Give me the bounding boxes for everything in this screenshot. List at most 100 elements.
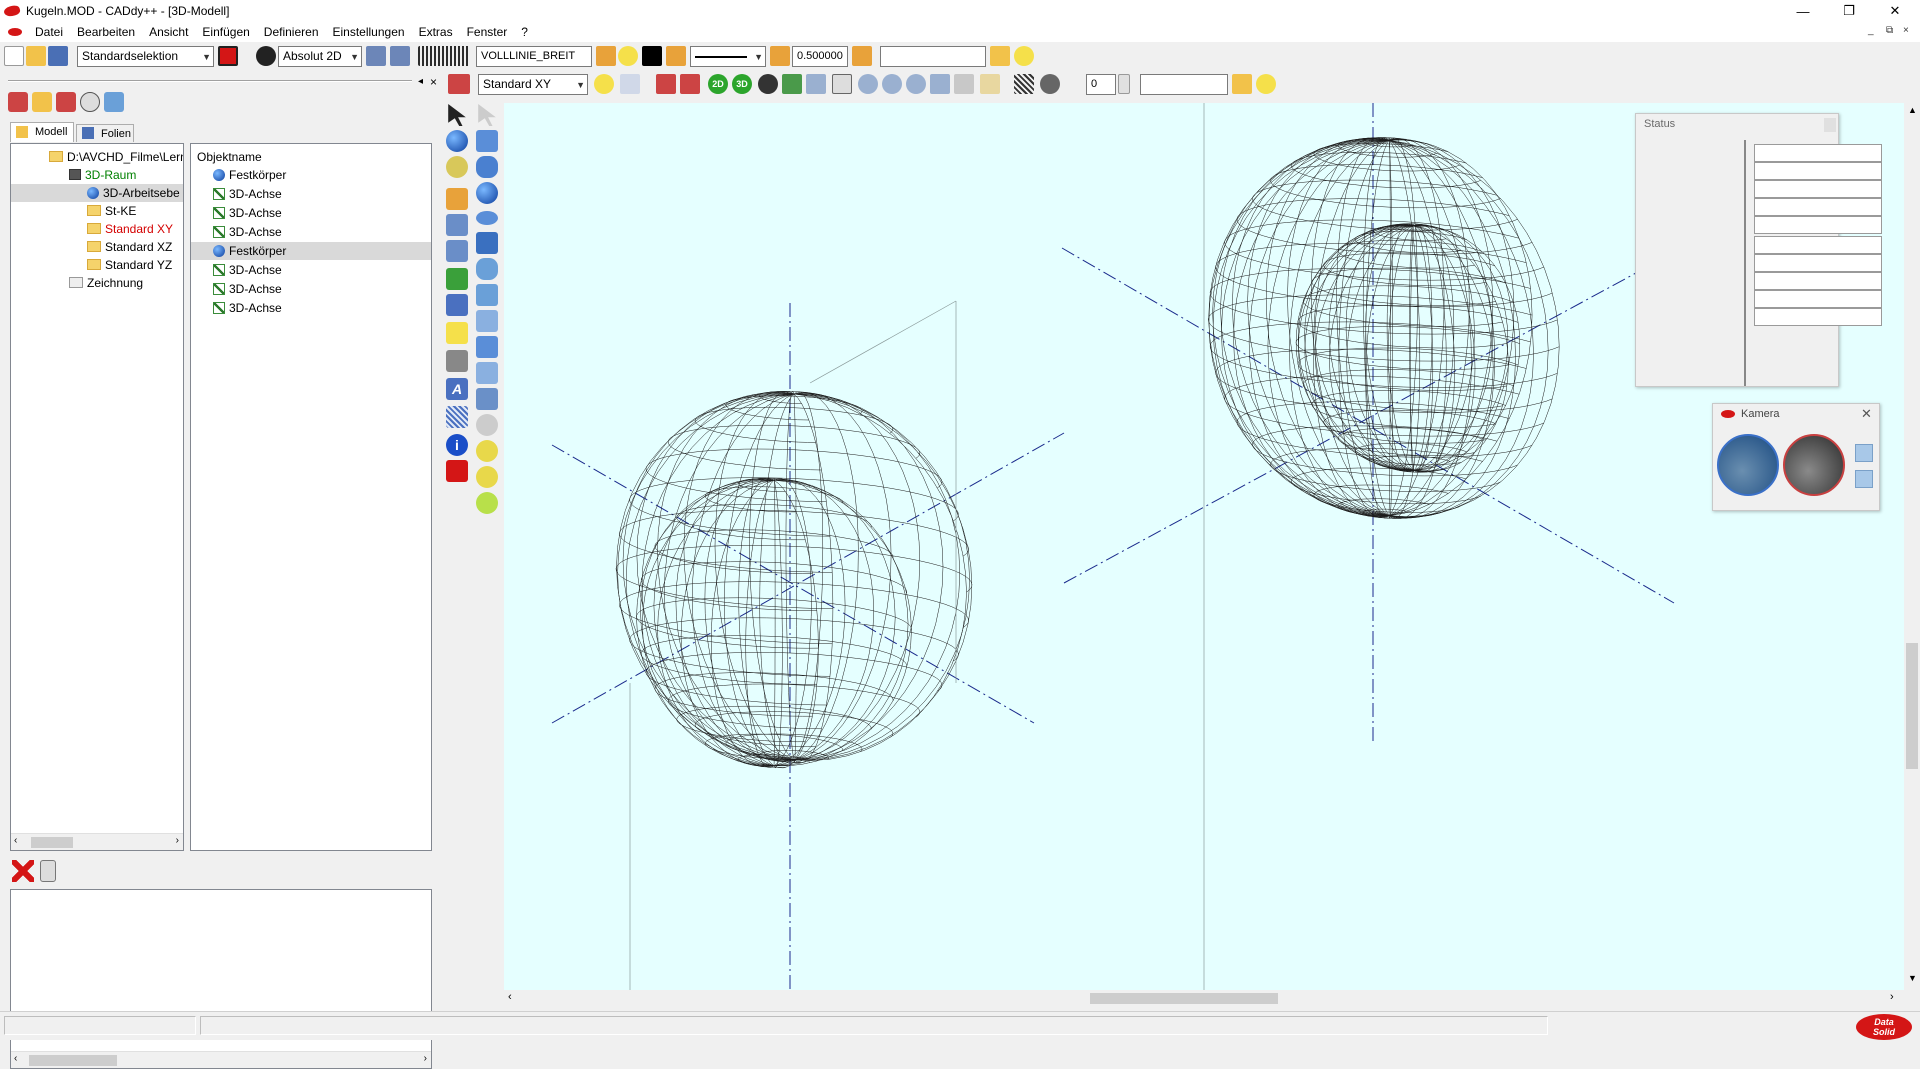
viewport-hscrollbar[interactable]: ‹ › [504, 990, 1904, 1007]
solid-sphere-icon[interactable] [446, 130, 468, 152]
mdi-restore-button[interactable]: ⧉ [1886, 25, 1893, 36]
tree-item-standard-xz[interactable]: Standard XZ [87, 238, 172, 256]
tree-item-standard-xy[interactable]: Standard XY [87, 220, 173, 238]
delete-model-icon[interactable] [56, 92, 76, 112]
menu-ansicht[interactable]: Ansicht [142, 22, 195, 42]
spheres-icon[interactable] [476, 414, 498, 436]
section-icon[interactable] [954, 74, 974, 94]
mesh-solid-left[interactable] [615, 391, 973, 769]
modify-icon[interactable] [446, 350, 468, 372]
tab-folien[interactable]: Folien [76, 124, 134, 142]
sphere-tool-icon[interactable] [476, 182, 498, 204]
tree-item-3d-raum[interactable]: 3D-Raum [69, 166, 136, 184]
pick-icon[interactable] [656, 74, 676, 94]
menu-bearbeiten[interactable]: Bearbeiten [70, 22, 142, 42]
delete-object-icon[interactable] [12, 860, 34, 882]
line-type-field[interactable]: VOLLLINIE_BREIT [476, 46, 592, 67]
layer-icon[interactable] [596, 46, 616, 66]
model-manager-icon[interactable] [8, 92, 28, 112]
box-icon[interactable] [476, 130, 498, 152]
tab-modell[interactable]: Modell [10, 122, 74, 142]
zoom-in-icon[interactable] [858, 74, 878, 94]
dimension-icon[interactable] [446, 294, 468, 316]
panel-grip[interactable] [8, 80, 412, 82]
object-item[interactable]: Festkörper [191, 242, 431, 260]
measure-icon[interactable] [446, 322, 468, 344]
vscroll-thumb[interactable] [1906, 643, 1918, 769]
rotate-view-icon[interactable] [758, 74, 778, 94]
object-item[interactable]: Festkörper [213, 166, 286, 184]
hscroll-thumb[interactable] [1090, 993, 1278, 1004]
document-icon[interactable] [8, 28, 22, 36]
menu-einfuegen[interactable]: Einfügen [195, 22, 256, 42]
pointer-icon[interactable] [620, 74, 640, 94]
search-object-icon[interactable] [80, 92, 100, 112]
properties-icon[interactable] [104, 92, 124, 112]
panel-close-button[interactable]: × [430, 75, 437, 89]
pen-layer-icon[interactable] [666, 46, 686, 66]
select-arrow-icon[interactable] [448, 104, 466, 126]
light-icon[interactable] [594, 74, 614, 94]
workplane-icon[interactable] [448, 74, 470, 94]
bulb-icon[interactable] [618, 46, 638, 66]
copy-icon[interactable] [446, 240, 468, 262]
zoom-window-icon[interactable] [806, 74, 826, 94]
zoom-out-icon[interactable] [882, 74, 902, 94]
zoom-all-icon[interactable] [906, 74, 926, 94]
redo-icon[interactable] [390, 46, 410, 66]
rotate-icon[interactable] [446, 156, 468, 178]
object-item[interactable]: 3D-Achse [213, 299, 282, 317]
hatch-tool-icon[interactable] [446, 406, 468, 428]
shading-icon[interactable] [1040, 74, 1060, 94]
mdi-minimize-button[interactable]: _ [1868, 25, 1874, 36]
open-folder-icon[interactable] [26, 46, 46, 66]
render-icon[interactable] [782, 74, 802, 94]
object-item[interactable]: 3D-Achse [213, 223, 282, 241]
pencil-icon[interactable] [446, 188, 468, 210]
object-item[interactable]: 3D-Achse [213, 185, 282, 203]
width-layer-icon[interactable] [770, 46, 790, 66]
model-tree[interactable]: D:\AVCHD_Filme\Lern 3D-Raum 3D-Arbeitseb… [10, 143, 184, 851]
selection-mode-select[interactable]: Standardselektion ▼ [77, 46, 214, 67]
line-style-select[interactable]: ▼ [690, 46, 766, 67]
green-spheres-icon[interactable] [476, 492, 498, 514]
menu-datei[interactable]: Datei [28, 22, 70, 42]
torus-icon[interactable] [476, 211, 498, 225]
hatch-icon[interactable] [1014, 74, 1034, 94]
close-button[interactable]: ✕ [1872, 0, 1918, 22]
mesh-solid-right[interactable] [1208, 137, 1560, 519]
transform-icon[interactable] [446, 214, 468, 236]
toolbar2-text-field[interactable] [1140, 74, 1228, 95]
coordinate-mode-select[interactable]: Absolut 2D ▼ [278, 46, 362, 67]
spinner-icon[interactable] [1118, 74, 1130, 94]
minimize-button[interactable]: — [1780, 0, 1826, 22]
subtract-icon[interactable] [476, 336, 498, 358]
folder-tree-icon[interactable] [32, 92, 52, 112]
camera-panel-close-button[interactable]: ✕ [1861, 406, 1872, 422]
yellow-spheres-icon[interactable] [476, 440, 498, 462]
tree-hscrollbar[interactable]: ‹ › [11, 833, 183, 850]
union-icon[interactable] [476, 310, 498, 332]
spin-value-field[interactable]: 0 [1086, 74, 1116, 95]
folder-light-icon[interactable] [1232, 74, 1252, 94]
object-item[interactable]: 3D-Achse [213, 204, 282, 222]
info-hscrollbar[interactable]: ‹ › [11, 1051, 431, 1068]
mdi-close-button[interactable]: × [1903, 25, 1909, 36]
info-icon[interactable]: i [446, 434, 468, 456]
bulb-search-icon[interactable] [1014, 46, 1034, 66]
camera-orbit-globe-icon[interactable] [1717, 434, 1779, 496]
box-view-icon[interactable] [980, 74, 1000, 94]
status-panel-close-button[interactable] [1824, 118, 1836, 132]
sphere-group-icon[interactable] [476, 466, 498, 488]
tree-item-st-ke[interactable]: St-KE [87, 202, 136, 220]
selection-filter-icon[interactable] [218, 46, 238, 66]
undo-icon[interactable] [366, 46, 386, 66]
eraser-icon[interactable] [446, 460, 468, 482]
tree-item-standard-yz[interactable]: Standard YZ [87, 256, 172, 274]
view-plane-select[interactable]: Standard XY ▼ [478, 74, 588, 95]
snap-mode-icon[interactable] [256, 46, 276, 66]
menu-fenster[interactable]: Fenster [460, 22, 515, 42]
restore-button[interactable]: ❐ [1826, 0, 1872, 22]
folder-search-icon[interactable] [990, 46, 1010, 66]
tree-item-zeichnung[interactable]: Zeichnung [69, 274, 143, 292]
